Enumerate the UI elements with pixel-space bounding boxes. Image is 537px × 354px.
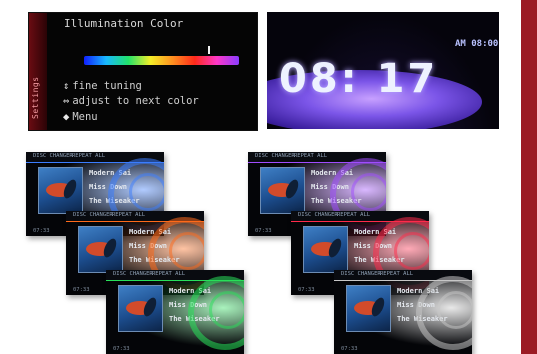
elapsed-time: 07:33 bbox=[341, 346, 358, 352]
fin-figure bbox=[369, 295, 387, 319]
diamond-icon: ◆ bbox=[63, 111, 70, 123]
elapsed-time: 07:33 bbox=[255, 228, 272, 234]
hint-menu: ◆ Menu bbox=[63, 111, 98, 123]
status-label: REPEAT ALL bbox=[152, 271, 186, 277]
illumination-color-panel: Settings Illumination Color ⇕ fine tuning… bbox=[28, 12, 258, 131]
album-art bbox=[260, 167, 305, 214]
status-label: REPEAT ALL bbox=[380, 271, 414, 277]
elapsed-time: 07:33 bbox=[298, 287, 315, 293]
media-screen-gray: DISC CHANGER REPEAT ALL Modern Sai Miss … bbox=[334, 270, 472, 354]
accent-side-bar bbox=[521, 0, 537, 354]
fin-figure bbox=[61, 177, 79, 201]
album-art bbox=[78, 226, 123, 273]
fin-figure bbox=[141, 295, 159, 319]
color-marker[interactable] bbox=[208, 46, 210, 54]
status-label: REPEAT ALL bbox=[294, 153, 328, 159]
album-art bbox=[118, 285, 163, 332]
source-label: DISC CHANGER bbox=[255, 153, 295, 159]
settings-side-tab[interactable]: Settings bbox=[29, 13, 47, 130]
elapsed-time: 07:33 bbox=[113, 346, 130, 352]
up-down-arrows-icon: ⇕ bbox=[63, 80, 70, 92]
fin-figure bbox=[101, 236, 119, 260]
fin-figure bbox=[326, 236, 344, 260]
color-spectrum-slider[interactable] bbox=[84, 56, 239, 65]
clock-panel: AM 08:00 08: 17 bbox=[267, 12, 499, 129]
decor-ring-inner bbox=[394, 232, 429, 270]
media-screen-green: DISC CHANGER REPEAT ALL Modern Sai Miss … bbox=[106, 270, 244, 354]
decor-ring-inner bbox=[129, 173, 164, 211]
source-label: DISC CHANGER bbox=[341, 271, 381, 277]
hint-next-color: ⇔ adjust to next color bbox=[63, 95, 199, 107]
source-label: DISC CHANGER bbox=[33, 153, 73, 159]
status-label: REPEAT ALL bbox=[112, 212, 146, 218]
big-clock-readout: 08: 17 bbox=[279, 56, 439, 102]
decor-ring-inner bbox=[437, 291, 472, 329]
album-art bbox=[303, 226, 348, 273]
settings-side-label: Settings bbox=[31, 76, 40, 119]
status-label: REPEAT ALL bbox=[72, 153, 106, 159]
source-label: DISC CHANGER bbox=[73, 212, 113, 218]
small-clock-readout: AM 08:00 bbox=[455, 39, 499, 49]
source-label: DISC CHANGER bbox=[113, 271, 153, 277]
decor-ring-inner bbox=[169, 232, 204, 270]
left-right-arrows-icon: ⇔ bbox=[63, 95, 70, 107]
hint-fine-tuning: ⇕ fine tuning bbox=[63, 80, 142, 92]
illumination-title: Illumination Color bbox=[64, 17, 184, 30]
album-art bbox=[38, 167, 83, 214]
status-label: REPEAT ALL bbox=[337, 212, 371, 218]
source-label: DISC CHANGER bbox=[298, 212, 338, 218]
decor-ring-inner bbox=[209, 291, 244, 329]
elapsed-time: 07:33 bbox=[33, 228, 50, 234]
album-art bbox=[346, 285, 391, 332]
decor-ring-inner bbox=[351, 173, 386, 211]
fin-figure bbox=[283, 177, 301, 201]
elapsed-time: 07:33 bbox=[73, 287, 90, 293]
